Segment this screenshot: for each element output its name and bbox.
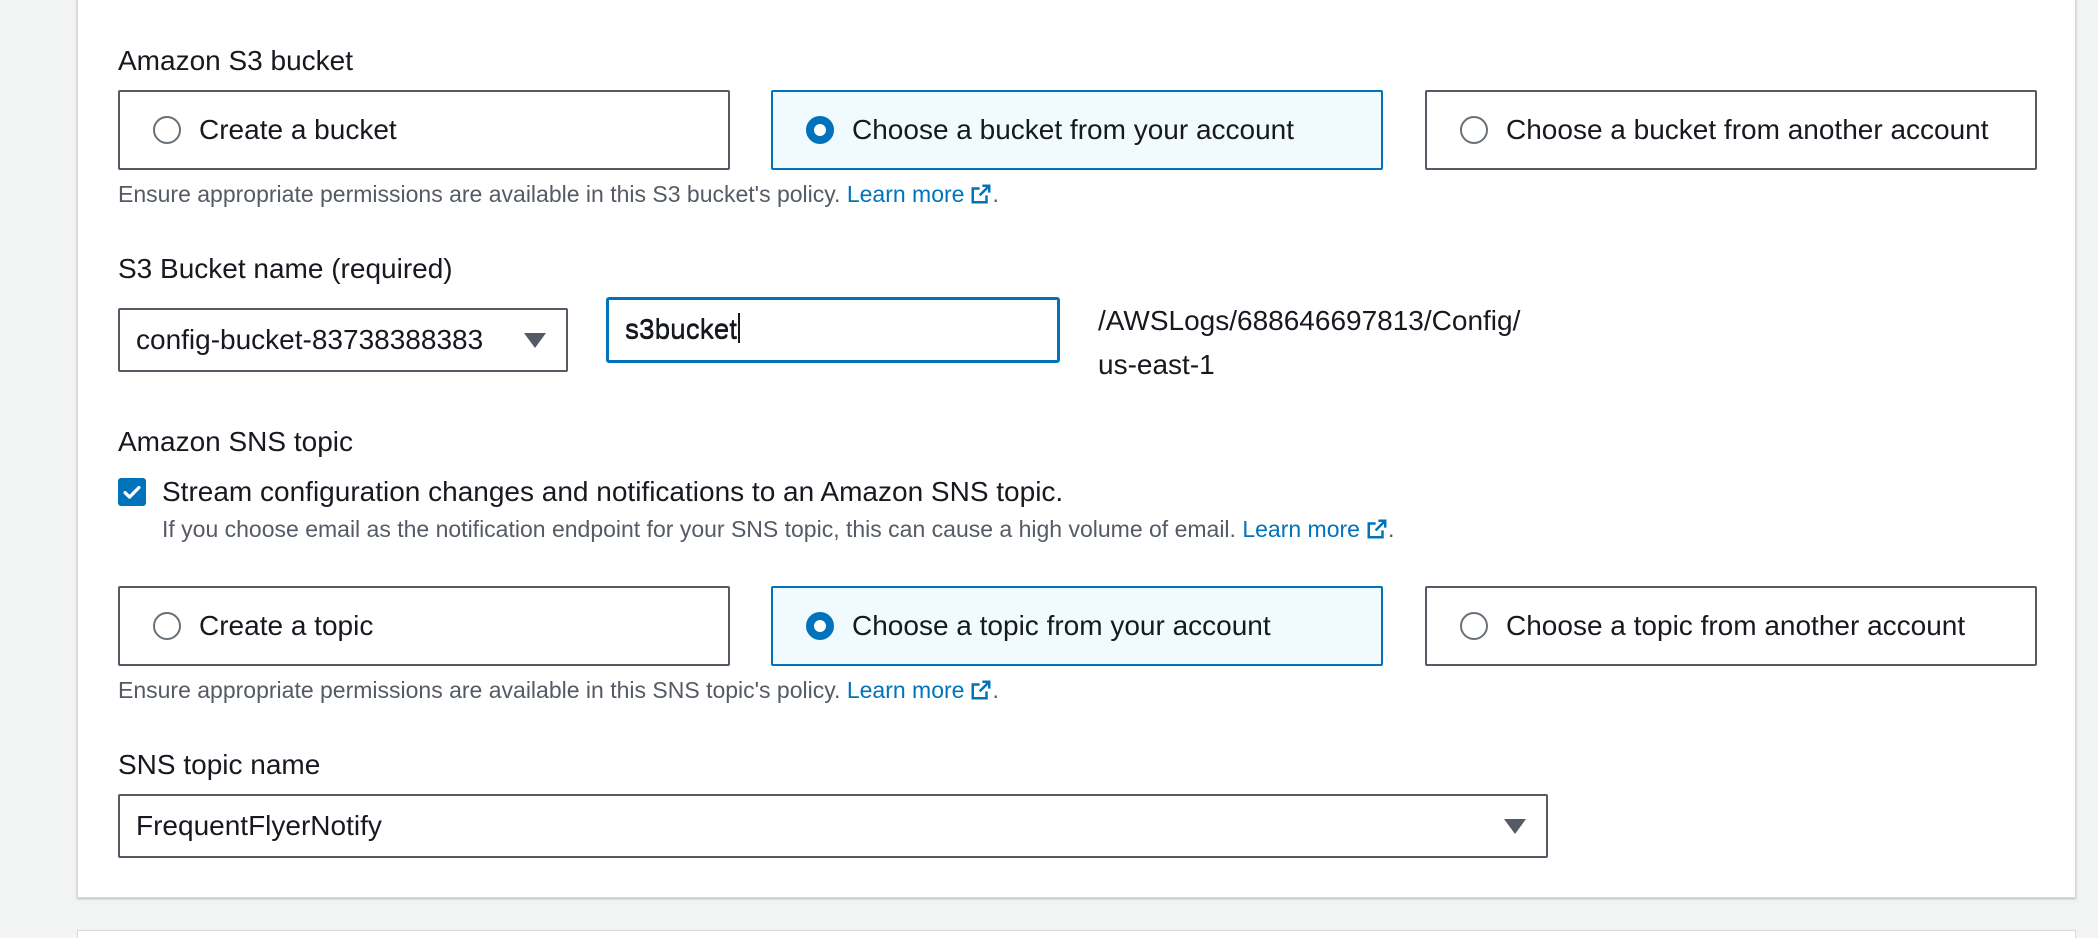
sns-email-hint: If you choose email as the notification … <box>162 516 1394 543</box>
choose-bucket-other-account-label: Choose a bucket from another account <box>1506 114 1989 145</box>
s3-policy-hint: Ensure appropriate permissions are avail… <box>118 181 999 208</box>
create-topic-option[interactable]: Create a topic <box>118 586 730 666</box>
radio-icon <box>1460 116 1488 144</box>
sns-email-learn-more-label: Learn more <box>1242 516 1360 542</box>
s3-hint-suffix: . <box>992 181 999 207</box>
next-panel <box>77 930 2076 938</box>
s3-path-line2: us-east-1 <box>1098 349 1215 380</box>
sns-email-hint-text: If you choose email as the notification … <box>162 516 1236 542</box>
sns-policy-hint-text: Ensure appropriate permissions are avail… <box>118 677 841 703</box>
bucket-name-select[interactable]: config-bucket-83738388383 <box>118 308 568 372</box>
sns-topic-name-label: SNS topic name <box>118 749 321 780</box>
s3-path-line1: /AWSLogs/688646697813/Config/ <box>1098 305 1521 336</box>
radio-selected-icon <box>806 612 834 640</box>
create-topic-label: Create a topic <box>199 610 374 641</box>
s3-prefix-input[interactable] <box>606 297 1060 363</box>
s3-bucket-name-label: S3 Bucket name (required) <box>118 253 453 284</box>
sns-learn-more-label: Learn more <box>846 677 965 703</box>
s3-section-label: Amazon S3 bucket <box>118 45 354 76</box>
external-link-icon <box>971 680 991 700</box>
choose-bucket-own-account-label: Choose a bucket from your account <box>852 114 1295 145</box>
radio-selected-icon <box>806 116 834 144</box>
sns-email-learn-more-link[interactable]: Learn more <box>1242 516 1388 542</box>
caret-down-icon <box>1504 819 1526 834</box>
radio-icon <box>153 612 181 640</box>
choose-topic-other-account-label: Choose a topic from another account <box>1506 610 1966 641</box>
radio-icon <box>153 116 181 144</box>
choose-bucket-own-account-option[interactable]: Choose a bucket from your account <box>771 90 1383 170</box>
external-link-icon <box>1367 519 1387 539</box>
choose-topic-own-account-option[interactable]: Choose a topic from your account <box>771 586 1383 666</box>
choose-topic-own-account-label: Choose a topic from your account <box>852 610 1271 641</box>
sns-topic-name-select-value: FrequentFlyerNotify <box>136 810 382 841</box>
choose-bucket-other-account-option[interactable]: Choose a bucket from another account <box>1425 90 2037 170</box>
stream-sns-checkbox[interactable] <box>118 478 146 506</box>
choose-topic-other-account-option[interactable]: Choose a topic from another account <box>1425 586 2037 666</box>
create-bucket-option[interactable]: Create a bucket <box>118 90 730 170</box>
sns-hint-suffix: . <box>992 677 999 703</box>
sns-learn-more-link[interactable]: Learn more <box>847 677 993 703</box>
bucket-name-select-value: config-bucket-83738388383 <box>136 324 484 355</box>
s3-learn-more-label: Learn more <box>846 181 965 207</box>
radio-icon <box>1460 612 1488 640</box>
s3-policy-hint-text: Ensure appropriate permissions are avail… <box>118 181 841 207</box>
sns-policy-hint: Ensure appropriate permissions are avail… <box>118 677 999 704</box>
sns-email-hint-suffix: . <box>1387 516 1395 542</box>
sns-topic-name-select[interactable]: FrequentFlyerNotify <box>118 794 1548 858</box>
s3-learn-more-link[interactable]: Learn more <box>847 181 993 207</box>
stream-sns-checkbox-label: Stream configuration changes and notific… <box>162 476 1064 507</box>
sns-section-label: Amazon SNS topic <box>118 426 353 457</box>
check-icon <box>123 485 141 499</box>
caret-down-icon <box>524 333 546 348</box>
create-bucket-label: Create a bucket <box>199 114 397 145</box>
external-link-icon <box>971 184 991 204</box>
